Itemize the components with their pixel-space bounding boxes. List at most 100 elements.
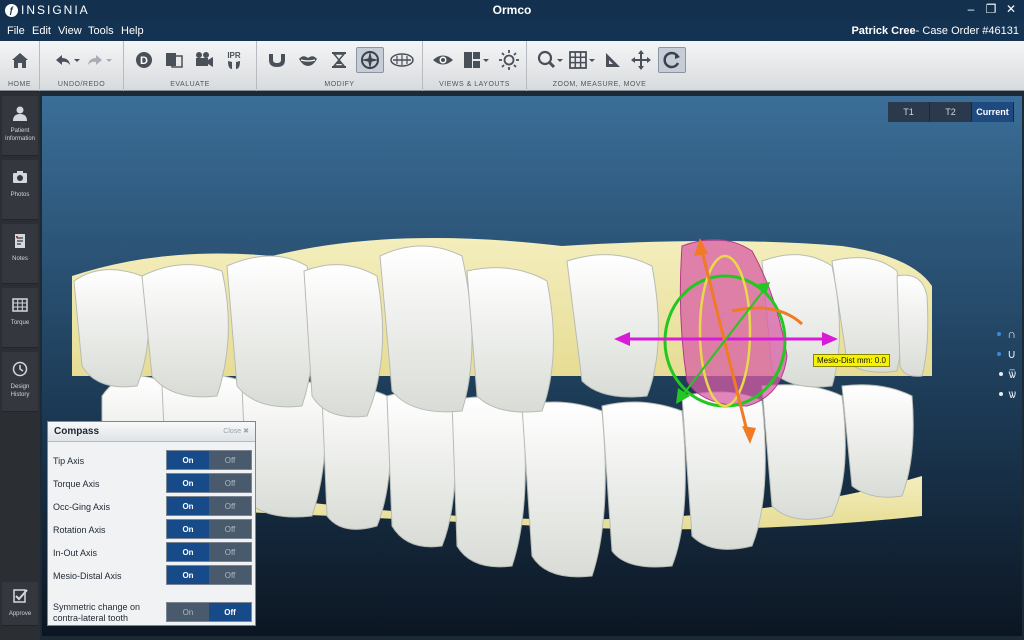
on-option[interactable]: On <box>167 566 209 584</box>
row-label: Tip Axis <box>53 456 85 466</box>
menu-bar: File Edit View Tools Help Patrick Cree- … <box>0 21 1024 41</box>
history-icon <box>12 361 28 377</box>
tab-current[interactable]: Current <box>972 102 1014 122</box>
compass-panel: Compass Close ✖ Tip Axis On Off Torque Ax… <box>47 421 256 626</box>
approve-button[interactable]: Approve <box>2 582 38 626</box>
upper-arch-toggle[interactable]: ∩ <box>980 324 1016 344</box>
overlay-button[interactable] <box>160 47 188 73</box>
window-title: Ormco <box>492 3 532 17</box>
sidebar-item-label: Design History <box>10 384 30 398</box>
sidebar-item-design-history[interactable]: Design History <box>2 352 38 412</box>
status-dot <box>998 372 1003 376</box>
on-option[interactable]: On <box>167 451 209 469</box>
d-icon: D <box>136 52 152 68</box>
on-option[interactable]: On <box>167 497 209 515</box>
measure-readout: Mesio-Dist mm: 0.0 <box>813 354 890 367</box>
window-controls: – ❐ ✕ <box>964 2 1018 16</box>
hourglass-button[interactable] <box>325 47 353 73</box>
lower-arch-toggle[interactable]: ∪ <box>980 344 1016 364</box>
home-button[interactable] <box>6 47 34 73</box>
sidebar-item-label: Photos <box>10 192 30 198</box>
close-icon: ✖ <box>243 428 249 435</box>
off-option[interactable]: Off <box>209 520 251 538</box>
sidebar-item-photos[interactable]: Photos <box>2 160 38 220</box>
grid-button[interactable] <box>567 47 597 73</box>
menu-tools[interactable]: Tools <box>88 25 114 37</box>
sidebar-item-notes[interactable]: Notes <box>2 224 38 284</box>
zoom-button[interactable] <box>535 47 565 73</box>
measure-value: 0.0 <box>874 356 886 365</box>
off-option[interactable]: Off <box>209 543 251 561</box>
group-evaluate-label: EVALUATE <box>170 81 210 88</box>
lower-teeth-toggle[interactable]: ѡ <box>980 384 1016 404</box>
row-label: Torque Axis <box>53 479 100 489</box>
ribbon-toolbar: HOME UNDO/REDO D IPR EVALUATE MODIFY VIE… <box>0 41 1024 91</box>
on-option[interactable]: On <box>167 520 209 538</box>
notes-icon <box>15 234 25 248</box>
symmetric-row: Symmetric change on contra-lateral tooth… <box>48 602 257 624</box>
mesio-distal-axis-toggle[interactable]: On Off <box>166 565 252 585</box>
rotate-button[interactable] <box>658 47 686 73</box>
camera-reel-icon <box>196 52 213 67</box>
layout-button[interactable] <box>461 47 491 73</box>
lighting-button[interactable] <box>495 47 523 73</box>
close-icon[interactable]: ✕ <box>1004 2 1018 16</box>
video-button[interactable] <box>190 47 218 73</box>
on-option[interactable]: On <box>167 603 209 621</box>
in-out-axis-toggle[interactable]: On Off <box>166 542 252 562</box>
rotation-axis-toggle[interactable]: On Off <box>166 519 252 539</box>
undo-button[interactable] <box>50 47 82 73</box>
compass-header: Compass Close ✖ <box>48 422 255 442</box>
row-label: Symmetric change on contra-lateral tooth <box>53 602 141 623</box>
torque-axis-toggle[interactable]: On Off <box>166 473 252 493</box>
tab-t1[interactable]: T1 <box>888 102 930 122</box>
on-option[interactable]: On <box>167 543 209 561</box>
svg-text:IPR: IPR <box>227 51 241 60</box>
move-button[interactable] <box>627 47 655 73</box>
group-undo-label: UNDO/REDO <box>57 81 106 88</box>
case-order: - Case Order #46131 <box>915 25 1019 37</box>
row-label: Occ-Ging Axis <box>53 502 111 512</box>
home-icon <box>12 53 28 68</box>
on-option[interactable]: On <box>167 474 209 492</box>
off-option[interactable]: Off <box>209 474 251 492</box>
measure-button[interactable] <box>599 47 627 73</box>
arch-button[interactable] <box>263 47 291 73</box>
menu-file[interactable]: File <box>7 25 25 37</box>
off-option[interactable]: Off <box>209 603 251 621</box>
lips-button[interactable] <box>294 47 322 73</box>
upper-tooth-icon: ѿ <box>1008 367 1017 381</box>
menu-view[interactable]: View <box>58 25 82 37</box>
upper-teeth-toggle[interactable]: ѿ <box>980 364 1016 384</box>
move-arrows-icon <box>631 50 651 70</box>
visibility-button[interactable] <box>429 47 457 73</box>
off-option[interactable]: Off <box>209 451 251 469</box>
row-label: In-Out Axis <box>53 548 98 558</box>
sidebar-item-patient-info[interactable]: Patient Information <box>2 96 38 156</box>
menu-help[interactable]: Help <box>121 25 144 37</box>
compass-button[interactable] <box>356 47 384 73</box>
redo-button[interactable] <box>84 47 116 73</box>
torque-axis-row: Torque Axis On Off <box>48 473 257 495</box>
sidebar-item-torque[interactable]: Torque <box>2 288 38 348</box>
group-home-label: HOME <box>8 81 31 88</box>
occ-ging-axis-toggle[interactable]: On Off <box>166 496 252 516</box>
bite-button[interactable] <box>388 47 416 73</box>
sidebar-item-label: Torque <box>10 320 30 326</box>
menu-edit[interactable]: Edit <box>32 25 51 37</box>
minimize-icon[interactable]: – <box>964 2 978 16</box>
symmetric-toggle[interactable]: On Off <box>166 602 252 622</box>
off-option[interactable]: Off <box>209 497 251 515</box>
insignia-app: ƒ INSIGNIA Ormco – ❐ ✕ File Edit View To… <box>0 0 1024 640</box>
distance-button[interactable]: D <box>130 47 158 73</box>
restore-icon[interactable]: ❐ <box>984 2 998 16</box>
tip-axis-toggle[interactable]: On Off <box>166 450 252 470</box>
compass-title: Compass <box>54 426 100 437</box>
compass-close-button[interactable]: Close ✖ <box>223 427 249 435</box>
tab-t2[interactable]: T2 <box>930 102 972 122</box>
off-option[interactable]: Off <box>209 566 251 584</box>
hourglass-icon <box>332 52 346 68</box>
ipr-button[interactable]: IPR <box>220 47 248 73</box>
sun-icon <box>499 50 519 70</box>
group-home: HOME <box>0 41 40 91</box>
